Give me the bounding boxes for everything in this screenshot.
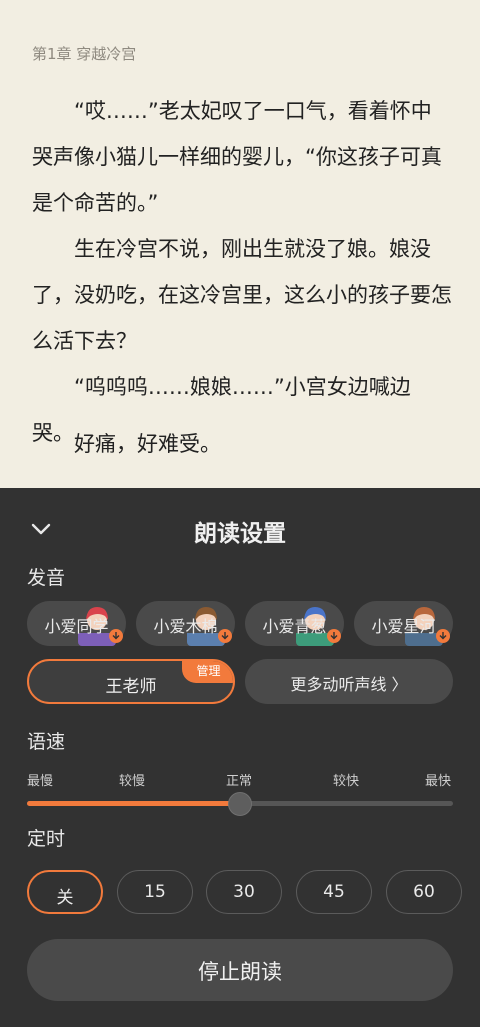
chapter-title: 第1章 穿越冷宫 <box>32 45 137 63</box>
download-icon <box>109 629 123 643</box>
timer-option-60[interactable]: 60 <box>386 870 462 914</box>
voice-option-xiaoai-mumian[interactable]: 小爱木棉 <box>136 601 235 646</box>
speed-slider-thumb[interactable] <box>228 792 252 816</box>
timer-option-15[interactable]: 15 <box>117 870 193 914</box>
timer-option-label: 60 <box>413 882 435 902</box>
paragraph: 好痛，好难受。 <box>74 432 221 456</box>
speed-tick-label: 最快 <box>425 774 452 789</box>
download-icon <box>218 629 232 643</box>
timer-option-45[interactable]: 45 <box>296 870 372 914</box>
timer-option-label: 30 <box>233 882 255 902</box>
manage-badge[interactable]: 管理 <box>182 661 233 683</box>
timer-option-label: 15 <box>144 882 166 902</box>
speed-tick-label: 最慢 <box>27 774 54 789</box>
voice-option-xiaoai-xinghe[interactable]: 小爱星河 <box>354 601 453 646</box>
timer-section-label: 定时 <box>27 828 66 850</box>
stop-reading-button[interactable]: 停止朗读 <box>27 939 453 1001</box>
more-voices-button[interactable]: 更多动听声线 〉 <box>245 659 453 704</box>
paragraph: “哎……”老太妃叹了一口气，看着怀中哭声像小猫儿一样细的婴儿，“你这孩子可真是个… <box>32 99 442 215</box>
stop-reading-label: 停止朗读 <box>198 960 282 984</box>
speed-slider-fill <box>27 801 240 806</box>
voice-option-selected[interactable]: 王老师 管理 <box>27 659 235 704</box>
speed-tick-label: 较快 <box>333 774 360 789</box>
timer-option-off[interactable]: 关 <box>27 870 103 914</box>
timer-option-label: 45 <box>323 882 345 902</box>
paragraph: 生在冷宫不说，刚出生就没了娘。娘没了，没奶吃，在这冷宫里，这么小的孩子要怎么活下… <box>32 237 452 353</box>
download-icon <box>436 629 450 643</box>
voice-option-xiaoai-qingcong[interactable]: 小爱青葱 <box>245 601 344 646</box>
more-voices-label: 更多动听声线 〉 <box>290 675 408 694</box>
reader-page: 第1章 穿越冷宫 “哎……”老太妃叹了一口气，看着怀中哭声像小猫儿一样细的婴儿，… <box>0 0 480 490</box>
panel-title: 朗读设置 <box>194 521 286 547</box>
voice-option-xiaoai-tongxue[interactable]: 小爱同学 <box>27 601 126 646</box>
voice-section-label: 发音 <box>27 567 66 589</box>
timer-option-30[interactable]: 30 <box>206 870 282 914</box>
speed-tick-label: 正常 <box>226 774 253 789</box>
timer-option-label: 关 <box>56 888 74 908</box>
speed-tick-label: 较慢 <box>119 774 146 789</box>
download-icon <box>327 629 341 643</box>
speed-section-label: 语速 <box>27 731 66 753</box>
